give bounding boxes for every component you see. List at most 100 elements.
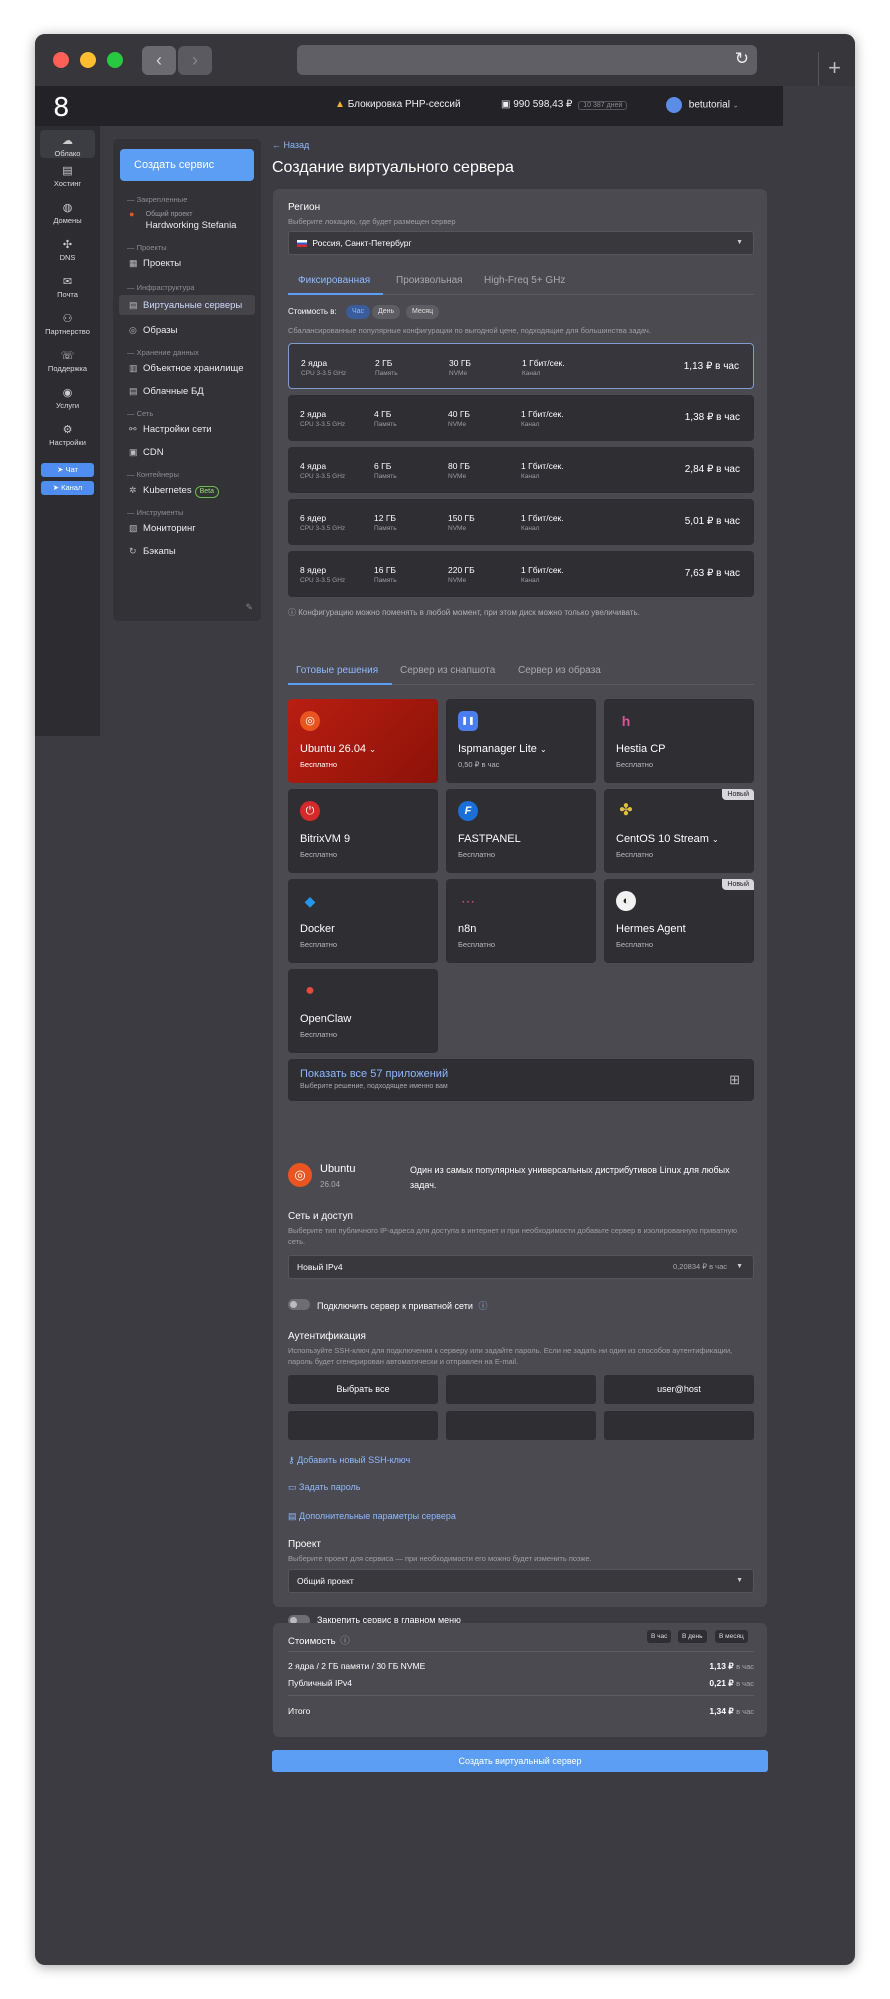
add-ssh-key-link[interactable]: ⚷ Добавить новый SSH-ключ bbox=[288, 1455, 410, 1466]
app-card-docker[interactable]: ◆ Docker Бесплатно bbox=[288, 879, 438, 963]
config-option[interactable]: 8 ядер CPU 3-3.5 GHz 16 ГБ Память 220 ГБ NV… bbox=[288, 551, 754, 597]
config-price: 7,63 ₽ в час bbox=[684, 568, 740, 579]
ram-sub: Память bbox=[374, 525, 397, 532]
help-icon[interactable]: ⓘ bbox=[340, 1636, 350, 1647]
minimize-window-icon[interactable] bbox=[80, 52, 96, 68]
menu-item-projects[interactable]: ▦ Проекты bbox=[119, 253, 255, 273]
app-card-ispmanager[interactable]: ❚❚ Ispmanager Lite ⌄ 0,50 ₽ в час bbox=[446, 699, 596, 783]
app-card-ubuntu[interactable]: ◎ Ubuntu 26.04 ⌄ Бесплатно bbox=[288, 699, 438, 783]
ssh-key-slot[interactable] bbox=[446, 1375, 596, 1404]
config-option[interactable]: 2 ядра CPU 3-3.5 GHz 2 ГБ Память 30 ГБ NVMe… bbox=[288, 343, 754, 389]
project-hint: Выберите проект для сервиса — при необхо… bbox=[288, 1554, 592, 1563]
new-badge: Новый bbox=[722, 879, 754, 890]
region-select[interactable]: Россия, Санкт-Петербург ▼ bbox=[288, 231, 754, 255]
menu-item-backups[interactable]: ↻ Бэкапы bbox=[119, 541, 255, 561]
tab-custom[interactable]: Произвольная bbox=[396, 275, 463, 286]
forward-nav-button[interactable]: › bbox=[178, 46, 212, 75]
auth-hint: Используйте SSH-ключ для подключения к с… bbox=[288, 1346, 733, 1366]
ip-select[interactable]: Новый IPv4 0,20834 ₽ в час ▼ bbox=[288, 1255, 754, 1279]
maximize-window-icon[interactable] bbox=[107, 52, 123, 68]
period-day-button[interactable]: В день bbox=[678, 1630, 707, 1643]
chat-button[interactable]: ➤ Чат bbox=[41, 463, 94, 477]
app-card-hermes[interactable]: Новый ◐ Hermes Agent Бесплатно bbox=[604, 879, 754, 963]
period-hour-button[interactable]: В час bbox=[647, 1630, 672, 1643]
section-projects: — Проекты bbox=[127, 243, 167, 252]
period-hour-chip[interactable]: Час bbox=[346, 305, 371, 319]
menu-item-images[interactable]: ◎ Образы bbox=[119, 320, 255, 340]
balance[interactable]: ▣ 990 598,43 ₽ 10 387 дней bbox=[501, 99, 628, 110]
section-tools: — Инструменты bbox=[127, 508, 184, 517]
select-all-keys-button[interactable]: Выбрать все bbox=[288, 1375, 438, 1404]
ram-value: 12 ГБ Память bbox=[374, 513, 397, 532]
sidebar-item-domains[interactable]: ◍ Домены bbox=[40, 201, 95, 225]
private-network-toggle[interactable] bbox=[288, 1299, 310, 1310]
address-bar[interactable]: ↻ bbox=[297, 45, 757, 75]
extra-params-link[interactable]: ▤ Дополнительные параметры сервера bbox=[288, 1511, 456, 1522]
create-service-button[interactable]: Создать сервис bbox=[120, 149, 254, 181]
tab-fixed[interactable]: Фиксированная bbox=[298, 275, 370, 286]
sidebar-item-support[interactable]: ☏ Поддержка bbox=[40, 349, 95, 373]
pinned-project[interactable]: ● Общий проект Hardworking Stefania bbox=[119, 209, 255, 235]
channel-button[interactable]: ➤ Канал bbox=[41, 481, 94, 495]
sidebar-item-mail[interactable]: ✉ Почта bbox=[40, 275, 95, 299]
menu-item-cloud-db[interactable]: ▤ Облачные БД bbox=[119, 381, 255, 401]
app-card-n8n[interactable]: ⋯ n8n Бесплатно bbox=[446, 879, 596, 963]
ssh-key-slot[interactable] bbox=[604, 1411, 754, 1440]
create-server-button[interactable]: Создать виртуальный сервер bbox=[272, 1750, 768, 1772]
config-option[interactable]: 2 ядра CPU 3-3.5 GHz 4 ГБ Память 40 ГБ NVMe… bbox=[288, 395, 754, 441]
sidebar-item-services[interactable]: ◉ Услуги bbox=[40, 386, 95, 410]
services-icon: ◉ bbox=[62, 387, 73, 399]
ssh-key-slot[interactable] bbox=[446, 1411, 596, 1440]
period-month-button[interactable]: В месяц bbox=[715, 1630, 748, 1643]
app-card-fastpanel[interactable]: F FASTPANEL Бесплатно bbox=[446, 789, 596, 873]
sidebar-item-hosting[interactable]: ▤ Хостинг bbox=[40, 164, 95, 188]
new-tab-button[interactable]: + bbox=[818, 52, 850, 86]
mail-icon: ✉ bbox=[62, 276, 73, 288]
sidebar-item-dns[interactable]: ✣ DNS bbox=[40, 238, 95, 262]
reload-icon[interactable]: ↻ bbox=[735, 49, 749, 69]
app-card-hestia[interactable]: h Hestia CP Бесплатно bbox=[604, 699, 754, 783]
project-select[interactable]: Общий проект ▼ bbox=[288, 1569, 754, 1593]
menu-item-network-settings[interactable]: ⚯ Настройки сети bbox=[119, 419, 255, 439]
back-nav-button[interactable]: ‹ bbox=[142, 46, 176, 75]
ssh-key-slot[interactable] bbox=[288, 1411, 438, 1440]
show-all-apps-button[interactable]: Показать все 57 приложений Выберите реше… bbox=[288, 1059, 754, 1101]
menu-item-vds[interactable]: ▤ Виртуальные серверы bbox=[119, 295, 255, 315]
edit-menu-icon[interactable]: ✎ bbox=[245, 602, 253, 613]
extra-params-text: Дополнительные параметры сервера bbox=[299, 1511, 456, 1521]
menu-item-monitoring[interactable]: ▧ Мониторинг bbox=[119, 518, 255, 538]
cdn-icon: ▣ bbox=[129, 447, 138, 457]
config-option[interactable]: 4 ядра CPU 3-3.5 GHz 6 ГБ Память 80 ГБ NVMe… bbox=[288, 447, 754, 493]
tab-highfreq[interactable]: High-Freq 5+ GHz bbox=[484, 275, 565, 286]
private-network-label: Подключить сервер к приватной сети ⓘ bbox=[317, 1299, 487, 1312]
app-card-openclaw[interactable]: ● OpenClaw Бесплатно bbox=[288, 969, 438, 1053]
net-sub: Канал bbox=[522, 370, 541, 377]
sidebar-item-settings[interactable]: ⚙ Настройки bbox=[40, 423, 95, 447]
ssh-key-user-host[interactable]: user@host bbox=[604, 1375, 754, 1404]
help-icon[interactable]: ⓘ bbox=[478, 1301, 487, 1311]
set-password-link[interactable]: ▭ Задать пароль bbox=[288, 1482, 360, 1493]
period-day-chip[interactable]: День bbox=[372, 305, 401, 319]
period-month-chip[interactable]: Месяц bbox=[406, 305, 440, 319]
sidebar-item-partner[interactable]: ⚇ Партнерство bbox=[40, 312, 95, 336]
php-notice[interactable]: ▲ Блокировка PHP-сессий bbox=[335, 99, 461, 110]
monitor-icon: ▧ bbox=[129, 523, 138, 533]
close-window-icon[interactable] bbox=[53, 52, 69, 68]
user-menu[interactable]: betutorial ⌄ bbox=[666, 97, 739, 113]
app-card-bitrix[interactable]: ⏻ BitrixVM 9 Бесплатно bbox=[288, 789, 438, 873]
sidebar-item-cloud[interactable]: ☁ Облако bbox=[40, 130, 95, 158]
menu-item-object-storage[interactable]: ▥ Объектное хранилище bbox=[119, 358, 255, 378]
back-link[interactable]: ← Назад bbox=[272, 140, 309, 150]
tab-ready-solutions[interactable]: Готовые решения bbox=[296, 665, 378, 676]
menu-item-cdn[interactable]: ▣ CDN bbox=[119, 442, 255, 462]
section-pinned: — Закрепленные bbox=[127, 195, 188, 204]
tab-from-snapshot[interactable]: Сервер из снапшота bbox=[400, 665, 495, 676]
logo[interactable]: 8 bbox=[53, 93, 70, 123]
config-option[interactable]: 6 ядер CPU 3-3.5 GHz 12 ГБ Память 150 ГБ NV… bbox=[288, 499, 754, 545]
menu-item-kubernetes[interactable]: ✲ Kubernetes Beta bbox=[119, 480, 255, 500]
app-card-centos[interactable]: Новый ✤ CentOS 10 Stream ⌄ Бесплатно bbox=[604, 789, 754, 873]
cost-total-amount: 1,34 ₽ bbox=[709, 1706, 734, 1716]
tab-from-image[interactable]: Сервер из образа bbox=[518, 665, 601, 676]
divider bbox=[288, 1651, 754, 1652]
app-name: BitrixVM 9 bbox=[300, 833, 351, 845]
